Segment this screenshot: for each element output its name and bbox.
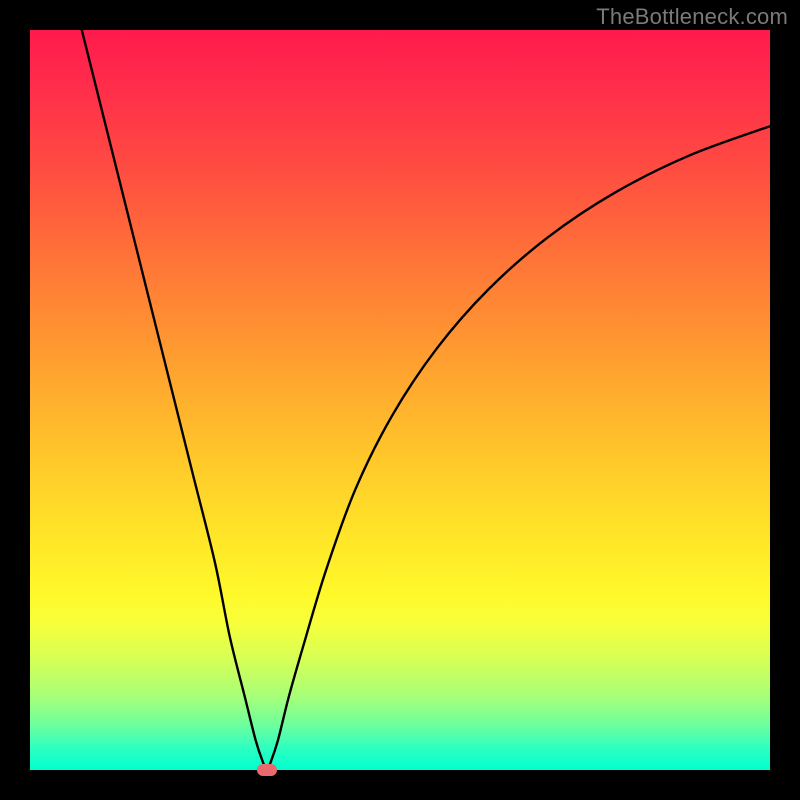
minimum-marker: [257, 764, 277, 776]
chart-plot-area: [30, 30, 770, 770]
watermark-text: TheBottleneck.com: [596, 4, 788, 30]
chart-frame: TheBottleneck.com: [0, 0, 800, 800]
bottleneck-curve: [30, 30, 770, 770]
